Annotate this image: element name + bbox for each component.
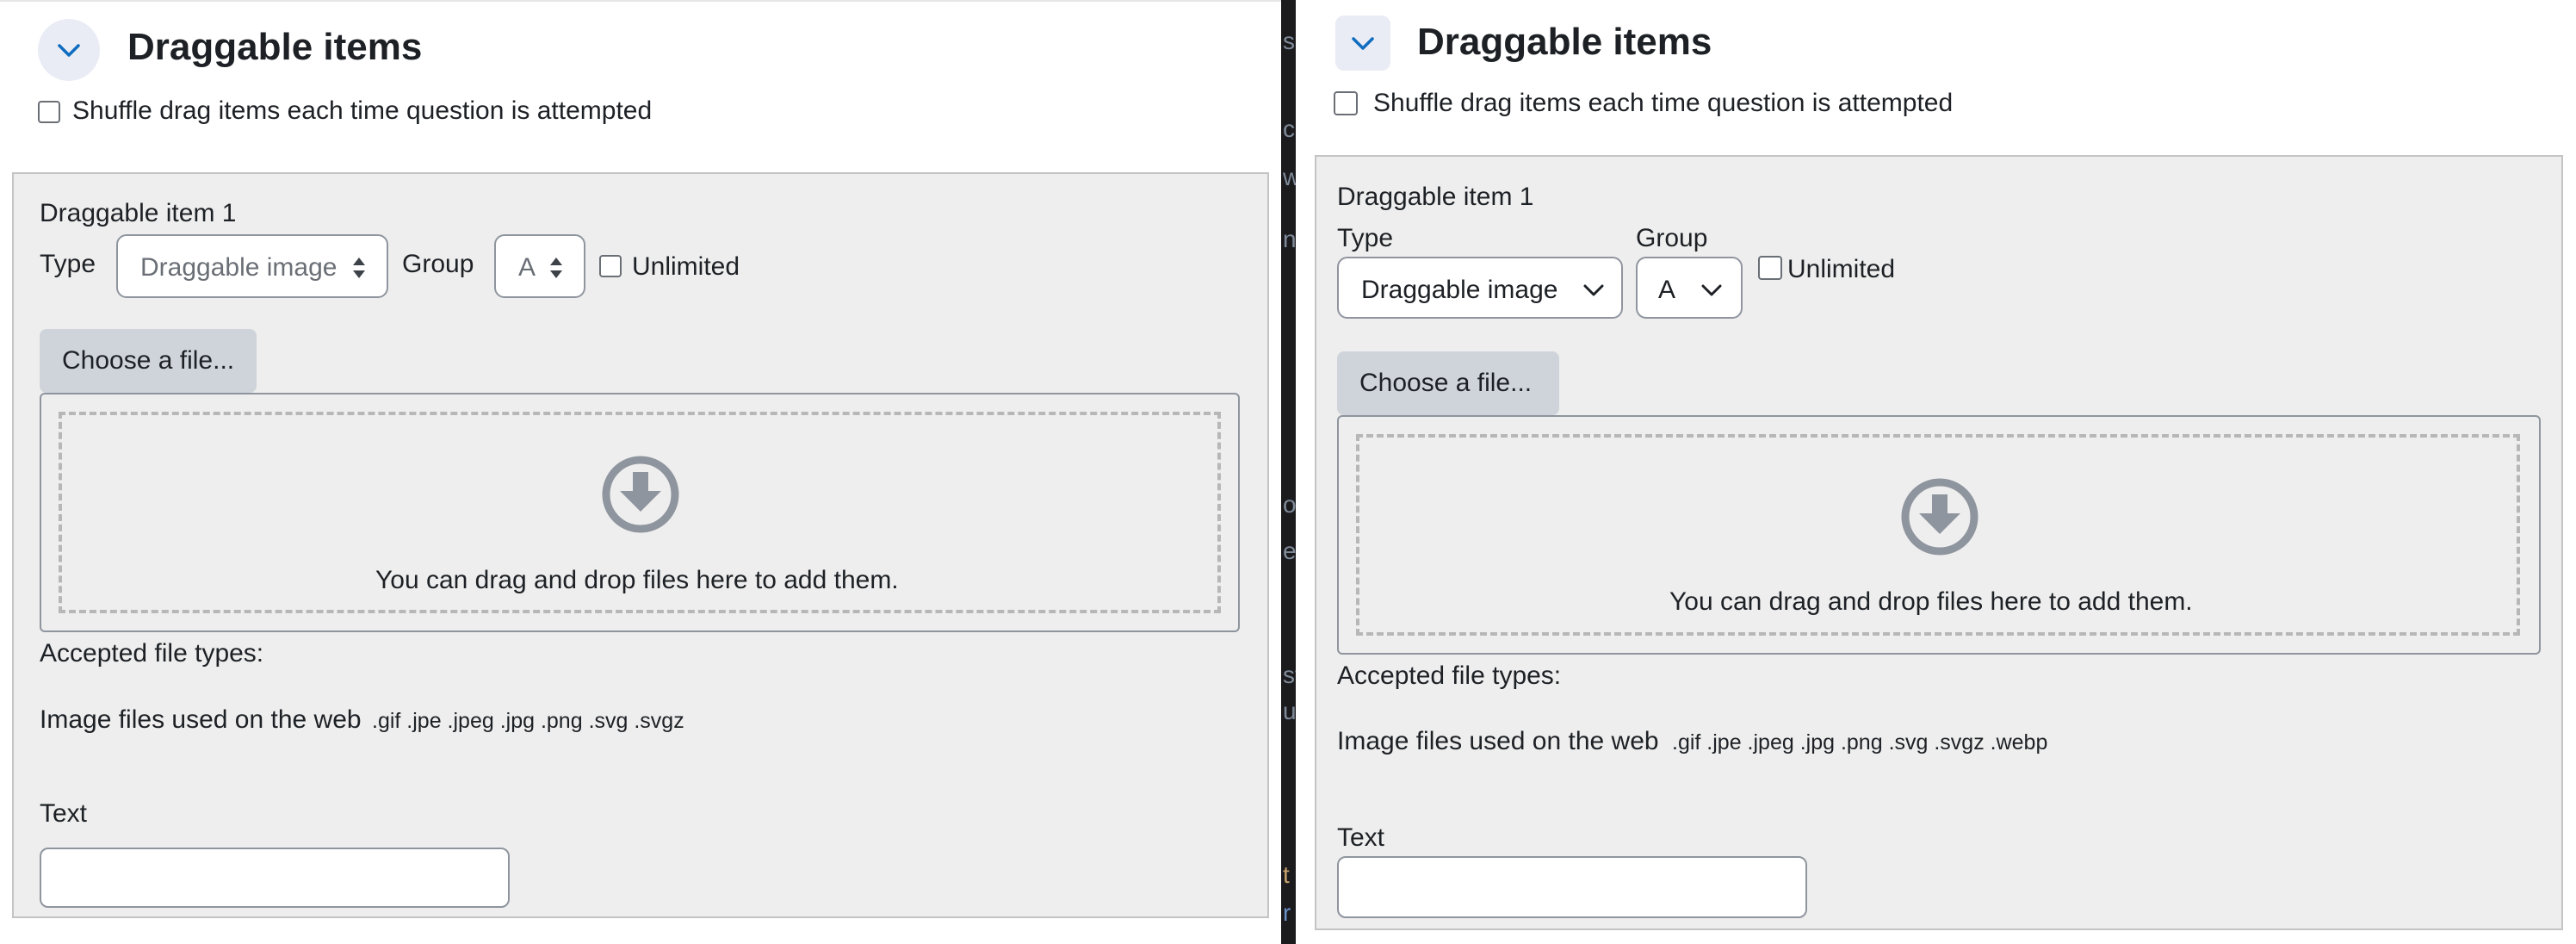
text-input[interactable] <box>40 848 510 908</box>
chevron-down-icon <box>1583 284 1604 296</box>
unlimited-checkbox[interactable] <box>599 255 622 277</box>
type-select[interactable]: Draggable image <box>116 234 388 298</box>
item-heading: Draggable item 1 <box>40 199 237 227</box>
chevron-down-icon <box>1352 37 1374 50</box>
editor-char: r <box>1283 899 1291 926</box>
shuffle-label: Shuffle drag items each time question is… <box>1373 89 1954 117</box>
editor-char: c <box>1283 115 1295 142</box>
section-title: Draggable items <box>127 26 423 68</box>
chevron-down-icon <box>1701 284 1722 296</box>
shuffle-checkbox[interactable] <box>38 101 60 123</box>
text-label: Text <box>40 799 88 828</box>
collapse-toggle[interactable] <box>38 19 100 81</box>
type-select[interactable]: Draggable image <box>1337 257 1623 319</box>
text-input[interactable] <box>1337 856 1807 918</box>
unlimited-label: Unlimited <box>632 252 740 281</box>
dropzone-text: You can drag and drop files here to add … <box>1669 587 2193 616</box>
choose-file-button[interactable]: Choose a file... <box>1337 351 1559 415</box>
filetypes-description: Image files used on the web <box>1337 727 1659 755</box>
chevron-down-icon <box>58 44 80 57</box>
file-dropzone[interactable]: You can drag and drop files here to add … <box>40 393 1240 632</box>
editor-char: u <box>1283 698 1296 724</box>
filetypes-list: .gif .jpe .jpeg .jpg .png .svg .svgz .we… <box>1672 730 2048 755</box>
dropzone-text: You can drag and drop files here to add … <box>375 566 899 594</box>
type-label: Type <box>1337 224 1394 252</box>
editor-char: e <box>1283 537 1296 564</box>
editor-strip: s c w n o e st u t r <box>1281 0 1296 944</box>
pane-old-design: Draggable items Shuffle drag items each … <box>0 0 1281 944</box>
filetypes-list: .gif .jpe .jpeg .jpg .png .svg .svgz <box>372 709 684 733</box>
editor-char: t <box>1283 861 1290 888</box>
download-circle-icon <box>602 456 679 533</box>
type-select-value: Draggable image <box>140 253 337 282</box>
group-select[interactable]: A <box>1636 257 1743 319</box>
unlimited-label: Unlimited <box>1787 255 1896 283</box>
sort-arrows-icon <box>353 258 365 278</box>
sort-arrows-icon <box>550 258 562 278</box>
type-label: Type <box>40 250 96 278</box>
accepted-types-label: Accepted file types: <box>1337 661 1562 690</box>
editor-char: s <box>1283 28 1295 54</box>
editor-char: o <box>1283 491 1296 518</box>
download-circle-icon <box>1901 478 1978 556</box>
section-title: Draggable items <box>1417 21 1712 63</box>
file-dropzone[interactable]: You can drag and drop files here to add … <box>1337 415 2541 655</box>
text-label: Text <box>1337 823 1385 852</box>
choose-file-button[interactable]: Choose a file... <box>40 329 257 393</box>
filetypes-description: Image files used on the web <box>40 705 362 734</box>
group-select[interactable]: A <box>494 234 585 298</box>
shuffle-label: Shuffle drag items each time question is… <box>72 96 653 125</box>
group-select-value: A <box>518 253 536 282</box>
item-heading: Draggable item 1 <box>1337 183 1534 211</box>
group-label: Group <box>402 250 474 278</box>
collapse-toggle[interactable] <box>1335 16 1390 71</box>
editor-char: n <box>1283 226 1296 252</box>
shuffle-checkbox[interactable] <box>1334 91 1358 115</box>
accepted-types-label: Accepted file types: <box>40 639 264 668</box>
group-select-value: A <box>1658 276 1676 304</box>
type-select-value: Draggable image <box>1361 276 1558 304</box>
unlimited-checkbox[interactable] <box>1758 256 1782 280</box>
editor-char: w <box>1283 164 1296 190</box>
editor-char: st <box>1283 661 1296 688</box>
pane-new-design: Draggable items Shuffle drag items each … <box>1296 0 2576 944</box>
group-label: Group <box>1636 224 1708 252</box>
